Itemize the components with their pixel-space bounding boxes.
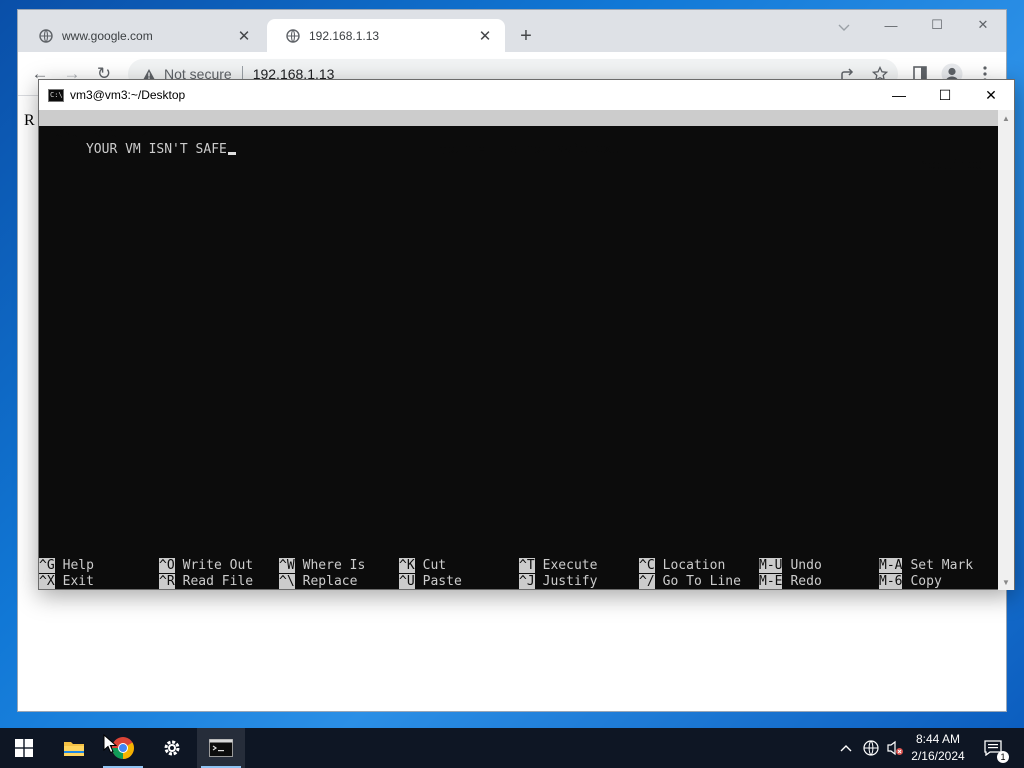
page-text: R (24, 112, 35, 129)
shortcut-key: M-U (759, 558, 783, 573)
shortcut-where-is: ^W Where Is (279, 558, 365, 574)
close-button[interactable]: ✕ (968, 80, 1014, 110)
minimize-button[interactable]: — (868, 10, 914, 40)
windows-start-icon[interactable] (0, 728, 48, 768)
shortcut-key: ^J (519, 574, 535, 589)
scroll-up-icon[interactable]: ▲ (998, 110, 1014, 126)
shortcut-key: M-E (759, 574, 783, 589)
shortcut-key: ^O (159, 558, 175, 573)
close-tab-icon[interactable]: ✕ (234, 26, 254, 46)
shortcut-label: Copy (910, 574, 942, 589)
shortcut-set-mark: M-A Set Mark (879, 558, 973, 574)
shortcut-label: Justify (542, 574, 598, 589)
command-prompt-icon: C:\ (48, 88, 64, 102)
text-cursor (227, 152, 236, 155)
globe-icon (38, 28, 54, 44)
chevron-down-icon[interactable] (834, 18, 854, 38)
shortcut-redo: M-E Redo (759, 574, 822, 590)
shortcut-key: ^X (39, 574, 55, 589)
shortcut-location: ^C Location (639, 558, 725, 574)
terminal-icon[interactable] (197, 728, 245, 768)
shortcut-cut: ^K Cut (399, 558, 446, 574)
settings-icon[interactable] (148, 728, 196, 768)
editor-text: YOUR VM ISN'T SAFE (85, 142, 227, 157)
shortcut-label: Undo (790, 558, 822, 573)
shortcut-label: Redo (790, 574, 822, 589)
file-explorer-icon[interactable] (50, 728, 98, 768)
terminal-titlebar[interactable]: C:\ vm3@vm3:~/Desktop — ☐ ✕ (39, 80, 1014, 110)
shortcut-go-to-line: ^/ Go To Line (639, 574, 741, 590)
taskbar: 8:44 AM 2/16/2024 1 (0, 728, 1024, 768)
new-tab-button[interactable]: + (514, 24, 538, 48)
shortcut-label: Paste (422, 574, 462, 589)
shortcut-label: Location (662, 558, 726, 573)
shortcut-label: Go To Line (662, 574, 741, 589)
nano-filename: your_vm_is_not_safe.exe (439, 142, 620, 157)
shortcut-execute: ^T Execute (519, 558, 597, 574)
notification-count-badge: 1 (997, 751, 1009, 763)
clock-time: 8:44 AM (915, 732, 961, 746)
shortcut-key: ^R (159, 574, 175, 589)
shortcut-label: Execute (542, 558, 598, 573)
shortcut-label: Where Is (302, 558, 366, 573)
terminal-window: C:\ vm3@vm3:~/Desktop — ☐ ✕ GNU nano 7.2… (38, 79, 1015, 590)
shortcut-key: ^/ (639, 574, 655, 589)
network-globe-icon[interactable] (860, 728, 882, 768)
shortcut-label: Replace (302, 574, 358, 589)
shortcut-key: ^K (399, 558, 415, 573)
shortcut-justify: ^J Justify (519, 574, 597, 590)
globe-icon (285, 28, 301, 44)
shortcut-label: Set Mark (910, 558, 974, 573)
shortcut-write-out: ^O Write Out (159, 558, 253, 574)
shortcut-key: ^\ (279, 574, 295, 589)
shortcut-paste: ^U Paste (399, 574, 462, 590)
shortcut-undo: M-U Undo (759, 558, 822, 574)
shortcut-key: ^U (399, 574, 415, 589)
close-button[interactable]: ✕ (960, 10, 1006, 40)
shortcut-key: ^T (519, 558, 535, 573)
system-clock[interactable]: 8:44 AM 2/16/2024 (902, 731, 974, 765)
shortcut-label: Read File (182, 574, 254, 589)
shortcut-key: ^G (39, 558, 55, 573)
close-tab-icon[interactable]: ✕ (475, 26, 495, 46)
tab-google[interactable]: www.google.com ✕ (20, 19, 264, 52)
tab-192-168-1-13[interactable]: 192.168.1.13 ✕ (267, 19, 505, 52)
tab-label: 192.168.1.13 (309, 28, 380, 43)
shortcut-key: M-A (879, 558, 903, 573)
browser-window-controls: — ☐ ✕ (868, 10, 1006, 40)
shortcut-exit: ^X Exit (39, 574, 94, 590)
terminal-screen[interactable]: GNU nano 7.2 your_vm_is_not_safe.exe Mod… (39, 110, 999, 590)
shortcut-label: Write Out (182, 558, 254, 573)
shortcut-label: Help (62, 558, 94, 573)
shortcut-key: M-6 (879, 574, 903, 589)
nano-header-bar: GNU nano 7.2 your_vm_is_not_safe.exe Mod… (39, 110, 999, 173)
nano-status: Modified (920, 158, 983, 173)
tab-label: www.google.com (62, 28, 153, 43)
mouse-cursor-icon (103, 734, 117, 754)
shortcut-replace: ^\ Replace (279, 574, 357, 590)
chevron-up-icon[interactable] (836, 728, 856, 768)
maximize-button[interactable]: ☐ (922, 80, 968, 110)
shortcut-copy: M-6 Copy (879, 574, 942, 590)
clock-date: 2/16/2024 (911, 749, 965, 763)
terminal-title: vm3@vm3:~/Desktop (70, 88, 186, 102)
shortcut-key: ^C (639, 558, 655, 573)
maximize-button[interactable]: ☐ (914, 10, 960, 40)
shortcut-label: Exit (62, 574, 94, 589)
shortcut-help: ^G Help (39, 558, 94, 574)
editor-line[interactable]: YOUR VM ISN'T SAFE (39, 126, 236, 157)
scroll-down-icon[interactable]: ▼ (998, 574, 1014, 590)
shortcut-key: ^W (279, 558, 295, 573)
tab-strip: www.google.com ✕ 192.168.1.13 ✕ + — ☐ ✕ (18, 10, 1006, 52)
shortcut-read-file: ^R Read File (159, 574, 253, 590)
minimize-button[interactable]: — (876, 80, 922, 110)
shortcut-label: Cut (422, 558, 447, 573)
terminal-scrollbar[interactable]: ▲ ▼ (998, 110, 1014, 590)
